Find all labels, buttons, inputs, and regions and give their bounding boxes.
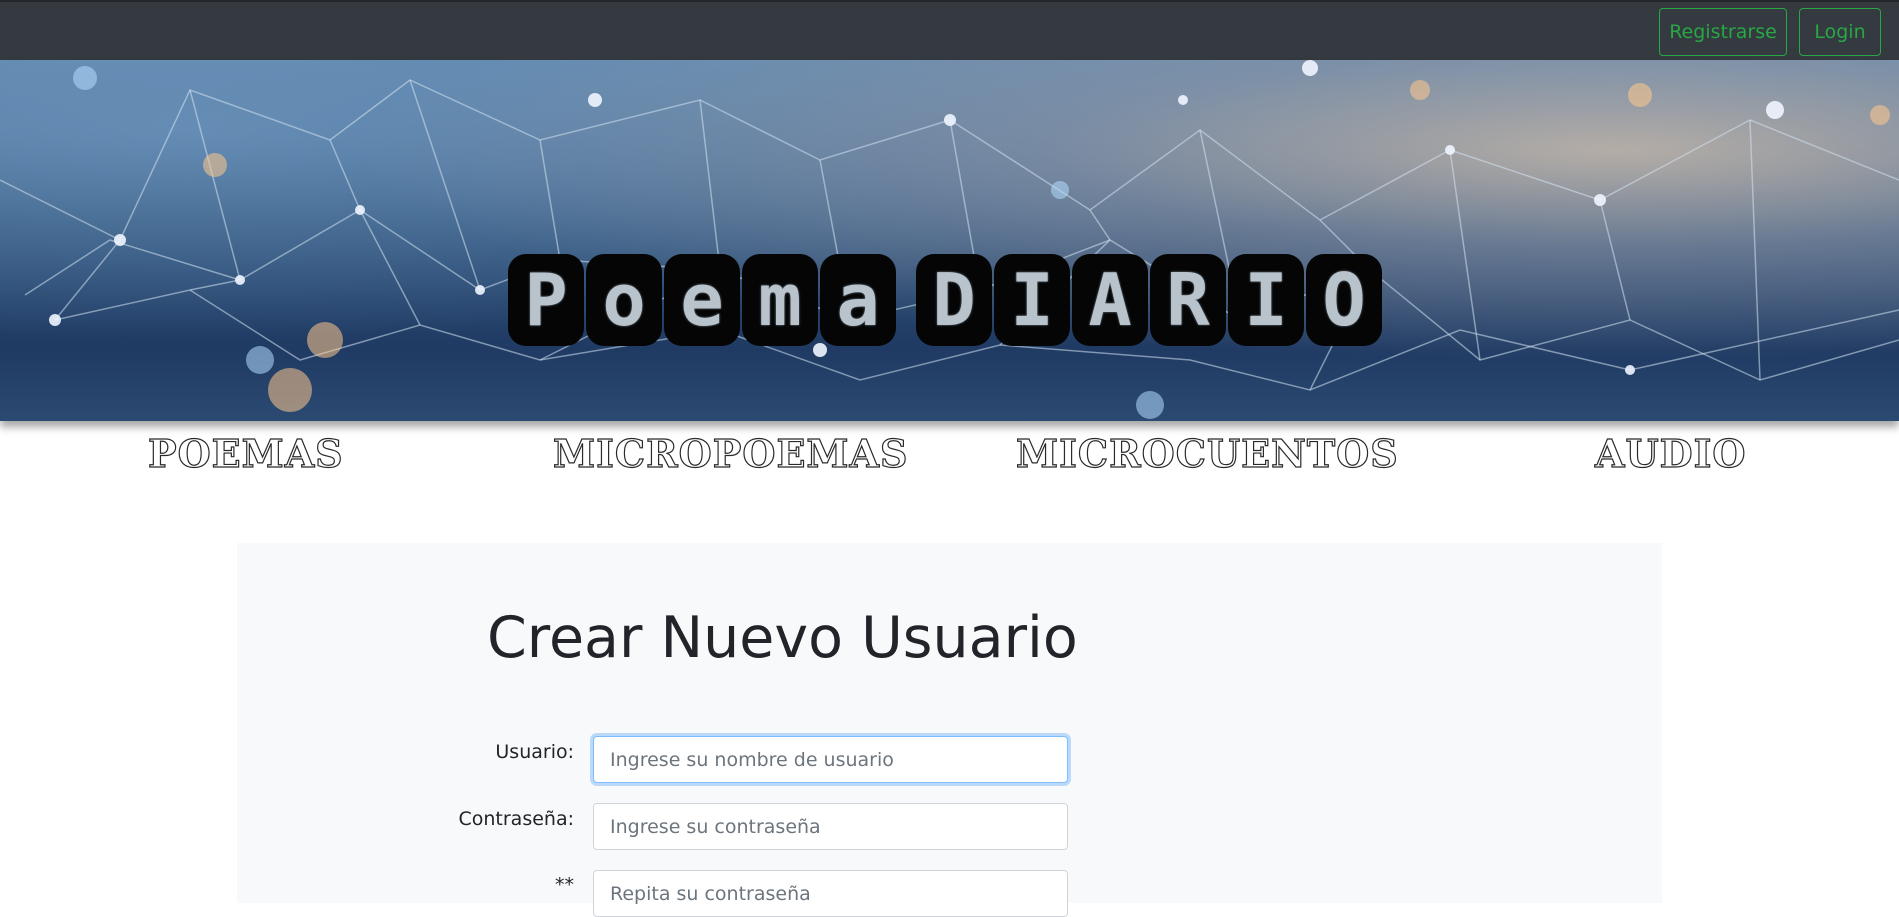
site-logo[interactable]: P o e m a D I A R I O — [508, 194, 1382, 346]
logo-letter: I — [994, 254, 1070, 346]
password-input[interactable] — [593, 803, 1068, 850]
password-label: Contraseña: — [458, 808, 574, 830]
logo-letter: o — [586, 254, 662, 346]
nav-link-micropoemas[interactable]: MICROPOEMAS — [552, 428, 908, 478]
username-input[interactable] — [593, 736, 1068, 783]
login-button[interactable]: Login — [1799, 8, 1881, 56]
logo-letter: e — [664, 254, 740, 346]
page-title: Crear Nuevo Usuario — [487, 605, 1078, 671]
logo-letter: A — [1072, 254, 1148, 346]
logo-letter: m — [742, 254, 818, 346]
top-navbar: Registrarse Login — [0, 0, 1899, 60]
repeat-password-label: ** — [555, 874, 574, 896]
logo-letter: a — [820, 254, 896, 346]
username-label: Usuario: — [495, 741, 574, 763]
logo-letter: R — [1150, 254, 1226, 346]
nav-link-poemas[interactable]: POEMAS — [147, 428, 344, 478]
logo-letter: O — [1306, 254, 1382, 346]
hero-banner: P o e m a D I A R I O — [0, 60, 1899, 421]
register-button[interactable]: Registrarse — [1659, 8, 1787, 56]
nav-link-audio[interactable]: AUDIO — [1594, 428, 1746, 478]
category-nav: POEMAS MICROPOEMAS MICROCUENTOS AUDIO — [0, 428, 1899, 478]
logo-letter: D — [916, 254, 992, 346]
nav-link-microcuentos[interactable]: MICROCUENTOS — [1015, 428, 1399, 478]
logo-letter: I — [1228, 254, 1304, 346]
logo-letter: P — [508, 254, 584, 346]
repeat-password-input[interactable] — [593, 870, 1068, 917]
